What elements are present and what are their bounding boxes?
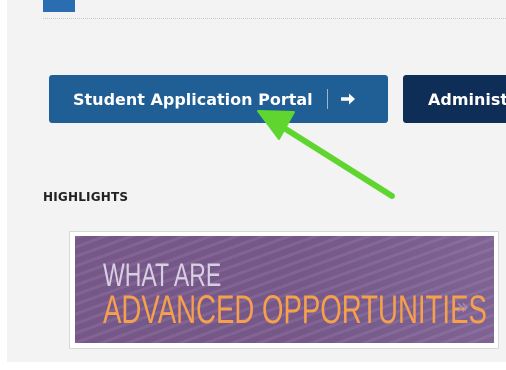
- student-application-portal-button[interactable]: Student Application Portal: [49, 75, 388, 123]
- administration-button[interactable]: Administ: [403, 75, 506, 123]
- student-application-portal-label: Student Application Portal: [73, 89, 313, 109]
- active-tab-indicator: [43, 0, 75, 12]
- button-separator: [326, 89, 328, 109]
- advanced-opportunities-banner[interactable]: WHAT ARE ADVANCED OPPORTUNITIES »: [75, 236, 494, 343]
- administration-button-label: Administ: [428, 89, 506, 109]
- double-chevron-right-icon: »: [456, 295, 470, 320]
- highlights-heading: HIGHLIGHTS: [43, 190, 129, 204]
- section-divider: [43, 18, 506, 19]
- arrow-right-icon: [340, 91, 356, 107]
- page: Student Application Portal Administ HIGH…: [0, 0, 506, 370]
- banner-heading-line2: ADVANCED OPPORTUNITIES: [103, 288, 487, 332]
